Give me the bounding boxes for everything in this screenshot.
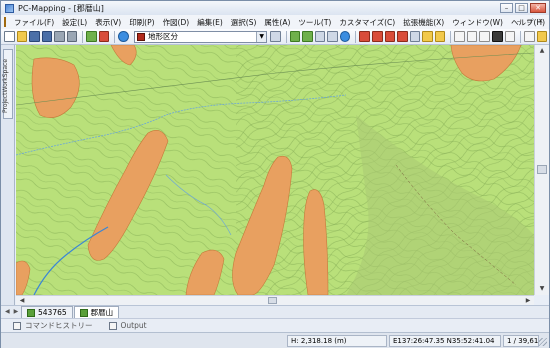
vertical-scrollbar[interactable]: ▲ ▼: [534, 45, 549, 295]
map-document-icon: [27, 308, 35, 317]
new-file-icon[interactable]: [4, 31, 15, 42]
scroll-left-icon[interactable]: ◀: [17, 296, 27, 305]
menu-extensions[interactable]: 拡張機能(X): [399, 17, 448, 28]
window-title: PC-Mapping - [郡暦山]: [18, 3, 104, 13]
toolbar-separator: [82, 30, 84, 43]
menu-print[interactable]: 印刷(P): [125, 17, 158, 28]
attribute-icon[interactable]: [422, 31, 433, 42]
window-tile-icon[interactable]: [524, 31, 535, 42]
app-window: PC-Mapping - [郡暦山] – □ ✕ ファイル(F) 設定(L) 表…: [0, 0, 550, 348]
toolbar-separator: [355, 30, 357, 43]
open-folder-icon[interactable]: [16, 31, 28, 42]
scroll-thumb[interactable]: [268, 297, 277, 304]
export-icon[interactable]: [434, 31, 446, 42]
menu-customize[interactable]: カスタマイズ(C): [335, 17, 399, 28]
print-preview-icon[interactable]: [66, 31, 78, 42]
status-bar: H: 2,318.18 (m) E137:26:47.35 N35:52:41.…: [1, 332, 549, 348]
scroll-down-icon[interactable]: ▼: [537, 284, 547, 294]
book-icon[interactable]: [536, 31, 548, 42]
document-icon[interactable]: [4, 17, 6, 27]
close-button[interactable]: ✕: [530, 3, 546, 13]
menu-attribute[interactable]: 属性(A): [260, 17, 294, 28]
layer-select-value: 地形区分: [147, 32, 178, 41]
layer-color-swatch: [136, 32, 145, 41]
layer-properties-icon[interactable]: [270, 31, 281, 42]
chevron-down-icon[interactable]: ▼: [256, 31, 267, 42]
doc-minimize-button[interactable]: –: [514, 17, 523, 26]
toolbar-separator: [285, 30, 287, 43]
menu-file[interactable]: ファイル(F): [10, 17, 58, 28]
toolbar: 地形区分 ▼: [1, 29, 549, 45]
doc-close-button[interactable]: ×: [536, 17, 545, 26]
menu-tools[interactable]: ツール(T): [294, 17, 335, 28]
menu-window[interactable]: ウィンドウ(W): [448, 17, 507, 28]
menu-edit[interactable]: 編集(E): [193, 17, 227, 28]
layer-select[interactable]: 地形区分 ▼: [133, 30, 268, 43]
toolbar-separator: [520, 30, 522, 43]
map-icon[interactable]: [289, 31, 301, 42]
scroll-up-icon[interactable]: ▲: [537, 46, 547, 56]
status-scale: 1 / 39,617: [503, 335, 539, 347]
doc-restore-button[interactable]: ▫: [525, 17, 534, 26]
project-workspace-label: ProjectWorkSpace: [2, 58, 9, 113]
layout-icon[interactable]: [492, 31, 503, 42]
marker-icon[interactable]: [98, 31, 110, 42]
tab-543765[interactable]: 543765: [21, 306, 73, 318]
status-height: H: 2,318.18 (m): [287, 335, 387, 347]
tab-gunrekiyama[interactable]: 郡暦山: [73, 306, 120, 318]
resize-grip-icon[interactable]: [539, 338, 547, 346]
columns-icon[interactable]: [504, 31, 516, 42]
tab-label: 郡暦山: [90, 308, 114, 317]
topographic-map: [16, 45, 534, 295]
tab-output[interactable]: Output: [101, 321, 155, 330]
tab-label: Output: [120, 321, 147, 330]
toolbar-separator: [450, 30, 452, 43]
minimize-button[interactable]: –: [500, 3, 513, 13]
save-as-icon[interactable]: [41, 31, 53, 42]
tab-scroll-arrows[interactable]: ◀▶: [5, 308, 22, 315]
menu-select[interactable]: 選択(S): [227, 17, 261, 28]
save-icon[interactable]: [29, 31, 40, 42]
map-canvas[interactable]: [16, 45, 534, 295]
status-coordinates: E137:26:47.35 N35:52:41.04: [389, 335, 501, 347]
network-icon[interactable]: [339, 31, 351, 42]
point-tool-icon[interactable]: [359, 31, 370, 42]
page-icon[interactable]: [454, 31, 465, 42]
bottom-panel-tabs: コマンドヒストリー Output: [1, 318, 549, 332]
tab-label: 543765: [38, 308, 67, 317]
menu-view[interactable]: 表示(V): [91, 17, 125, 28]
text-tool-icon[interactable]: [397, 31, 408, 42]
paste-icon[interactable]: [479, 31, 491, 42]
table-icon[interactable]: [314, 31, 326, 42]
window-controls: – □ ✕: [500, 3, 546, 13]
print-icon[interactable]: [54, 31, 65, 42]
maximize-button[interactable]: □: [515, 3, 528, 13]
title-bar: PC-Mapping - [郡暦山] – □ ✕: [1, 1, 549, 15]
tab-label: コマンドヒストリー: [25, 321, 93, 330]
toolbar-separator: [114, 30, 116, 43]
layer-icon[interactable]: [86, 31, 97, 42]
map-layers-icon[interactable]: [302, 31, 313, 42]
menu-bar: ファイル(F) 設定(L) 表示(V) 印刷(P) 作図(D) 編集(E) 選択…: [1, 15, 549, 29]
document-tabs: ◀▶ 543765 郡暦山: [1, 305, 549, 318]
scroll-thumb[interactable]: [537, 165, 547, 174]
app-icon: [5, 3, 14, 13]
project-workspace-panel: ProjectWorkSpace: [1, 45, 15, 305]
menu-settings[interactable]: 設定(L): [58, 17, 91, 28]
copy-icon[interactable]: [466, 31, 478, 42]
tab-command-history[interactable]: コマンドヒストリー: [5, 320, 101, 331]
map-document-icon: [79, 308, 88, 317]
line-tool-icon[interactable]: [372, 31, 383, 42]
document-window-controls: – ▫ ×: [514, 17, 545, 26]
console-icon: [13, 321, 21, 330]
database-icon[interactable]: [327, 31, 338, 42]
polygon: [303, 189, 329, 295]
globe-icon[interactable]: [118, 31, 129, 42]
output-icon: [108, 321, 117, 330]
horizontal-scrollbar[interactable]: ◀ ▶: [16, 295, 534, 305]
polygon-tool-icon[interactable]: [384, 31, 396, 42]
grid-tool-icon[interactable]: [409, 31, 421, 42]
menu-draw[interactable]: 作図(D): [159, 17, 194, 28]
scroll-right-icon[interactable]: ▶: [523, 296, 533, 305]
